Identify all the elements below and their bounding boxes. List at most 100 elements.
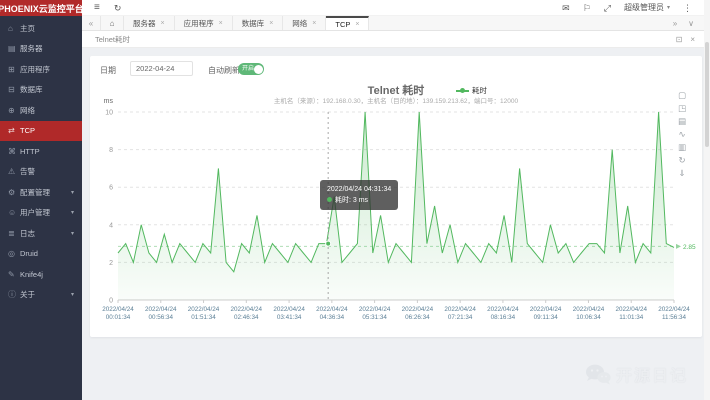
chevron-down-icon: ▾ [71,230,74,237]
svg-text:6: 6 [109,185,113,192]
fullscreen-icon[interactable]: ⤢ [604,0,611,16]
sidebar-item-config[interactable]: ⚙配置管理▾ [0,182,82,203]
svg-text:2022/04/24: 2022/04/24 [145,306,177,313]
page-title: Telnet耗时 [82,34,130,45]
tab-network[interactable]: 网络 × [283,16,326,30]
svg-text:2: 2 [109,260,113,267]
svg-text:2022/04/24: 2022/04/24 [530,306,562,313]
tab-application[interactable]: 应用程序 × [175,16,233,30]
tab-server[interactable]: 服务器× [124,16,175,30]
svg-text:8: 8 [109,147,113,154]
sidebar-item-server[interactable]: ▤服务器 [0,39,82,60]
data-view-icon[interactable]: ▤ [678,116,686,127]
tab-close-icon[interactable]: × [269,20,273,27]
sidebar-item-label: 主页 [20,23,35,34]
chart-plot: 0246810ms2022/04/2400:01:342022/04/2400:… [90,76,702,331]
server-icon: ▤ [8,44,20,53]
date-label: 日期 [100,65,116,76]
vertical-scrollbar[interactable] [704,0,710,400]
topbar: ≡ ↻ ✉ ⚐ ⤢ 超级管理员 ▾ ⋮ [82,0,704,16]
sidebar: PHOENIX云监控平台 ⌂主页▤服务器⊞应用程序⊟数据库⊕网络⇄TCP⌘HTT… [0,0,82,400]
bar-chart-icon[interactable]: ▥ [678,142,686,153]
sidebar-item-users[interactable]: ☺用户管理▾ [0,203,82,224]
sidebar-item-database[interactable]: ⊟数据库 [0,80,82,101]
scroll-tabs-left-icon[interactable]: « [82,16,100,30]
sidebar-item-label: 用户管理 [20,207,50,218]
user-menu[interactable]: 超级管理员 ▾ [624,2,670,13]
scrollbar-thumb[interactable] [705,42,709,147]
http-icon: ⌘ [8,147,20,156]
sidebar-item-network[interactable]: ⊕网络 [0,100,82,121]
svg-text:00:01:34: 00:01:34 [106,314,131,321]
auto-refresh-toggle[interactable]: 开启 [238,63,264,75]
tcp-icon: ⇄ [8,126,20,135]
chart-card: 日期 自动刷新 开启 0246810ms2022/04/2400:01:3420… [90,56,702,337]
tab-home[interactable]: ⌂ [100,16,124,30]
sidebar-item-label: HTTP [20,147,40,156]
svg-text:2022/04/24: 2022/04/24 [231,306,263,313]
filter-row: 日期 自动刷新 开启 [90,56,702,78]
sidebar-item-tcp[interactable]: ⇄TCP [0,121,82,142]
toggle-state-label: 开启 [242,63,254,75]
tabs-bar: « ⌂ 服务器×应用程序×数据库×网络×TCP× » ∨ [82,16,704,31]
auto-refresh-label: 自动刷新 [208,65,240,76]
about-icon: ⓘ [8,289,20,300]
tab-close-icon[interactable]: × [312,20,316,27]
sidebar-item-logs[interactable]: ≣日志▾ [0,223,82,244]
svg-text:05:31:34: 05:31:34 [362,314,387,321]
svg-text:09:11:34: 09:11:34 [534,314,559,321]
zoom-reset-icon[interactable]: ◳ [678,103,686,114]
sidebar-item-alarm[interactable]: ⚠告警 [0,162,82,183]
scroll-tabs-right-icon[interactable]: » [673,19,677,28]
svg-text:06:26:34: 06:26:34 [405,314,430,321]
watermark-text: 开源日记 [616,362,688,386]
watermark: 开源日记 [585,362,688,386]
popout-icon[interactable]: ⊡ [676,35,683,44]
svg-text:2022/04/24: 2022/04/24 [359,306,391,313]
tab-tcp[interactable]: TCP× [326,16,369,30]
sidebar-item-knife4j[interactable]: ✎Knife4j [0,264,82,285]
chevron-down-icon: ▾ [71,209,74,216]
page-bar: Telnet耗时 ⊡ × [82,31,704,48]
sidebar-item-label: 关于 [20,289,35,300]
svg-text:2022/04/24: 2022/04/24 [273,306,305,313]
tab-close-icon[interactable]: × [355,21,359,28]
app-logo: PHOENIX云监控平台 [0,0,82,16]
restore-icon[interactable]: ↻ [678,155,686,166]
data-zoom-icon[interactable]: ▢ [678,90,686,101]
svg-text:2022/04/24: 2022/04/24 [102,306,134,313]
database-icon: ⊟ [8,85,20,94]
tab-close-icon[interactable]: × [219,20,223,27]
tab-label: 网络 [292,18,307,29]
sidebar-item-http[interactable]: ⌘HTTP [0,141,82,162]
tab-database[interactable]: 数据库× [233,16,284,30]
sidebar-item-label: 服务器 [20,43,43,54]
close-icon[interactable]: × [690,35,695,44]
telnet-latency-chart: 0246810ms2022/04/2400:01:342022/04/2400:… [90,76,702,337]
svg-text:2022/04/24: 2022/04/24 [658,306,690,313]
refresh-icon[interactable]: ↻ [114,0,122,16]
svg-text:10:06:34: 10:06:34 [576,314,601,321]
message-icon[interactable]: ✉ [562,0,570,16]
sidebar-item-label: 告警 [20,166,35,177]
hamburger-icon[interactable]: ≡ [94,0,100,16]
tab-options-icon[interactable]: ∨ [688,19,694,28]
wechat-icon [585,363,611,385]
sidebar-item-druid[interactable]: ◎Druid [0,244,82,265]
more-options-icon[interactable]: ⋮ [683,0,692,16]
tab-label: 应用程序 [184,18,214,29]
save-image-icon[interactable]: ⇓ [678,168,686,179]
sidebar-item-about[interactable]: ⓘ关于▾ [0,285,82,306]
line-chart-icon[interactable]: ∿ [678,129,686,140]
sidebar-item-home[interactable]: ⌂主页 [0,18,82,39]
svg-text:2022/04/24: 2022/04/24 [188,306,220,313]
alarm-icon: ⚠ [8,167,20,176]
bookmark-icon[interactable]: ⚐ [583,0,591,16]
date-input[interactable] [130,61,193,76]
tab-close-icon[interactable]: × [161,20,165,27]
sidebar-item-application[interactable]: ⊞应用程序 [0,59,82,80]
svg-text:2022/04/24: 2022/04/24 [316,306,348,313]
svg-text:10: 10 [105,110,113,117]
content-area: 日期 自动刷新 开启 0246810ms2022/04/2400:01:3420… [82,48,710,400]
svg-text:2022/04/24: 2022/04/24 [573,306,605,313]
